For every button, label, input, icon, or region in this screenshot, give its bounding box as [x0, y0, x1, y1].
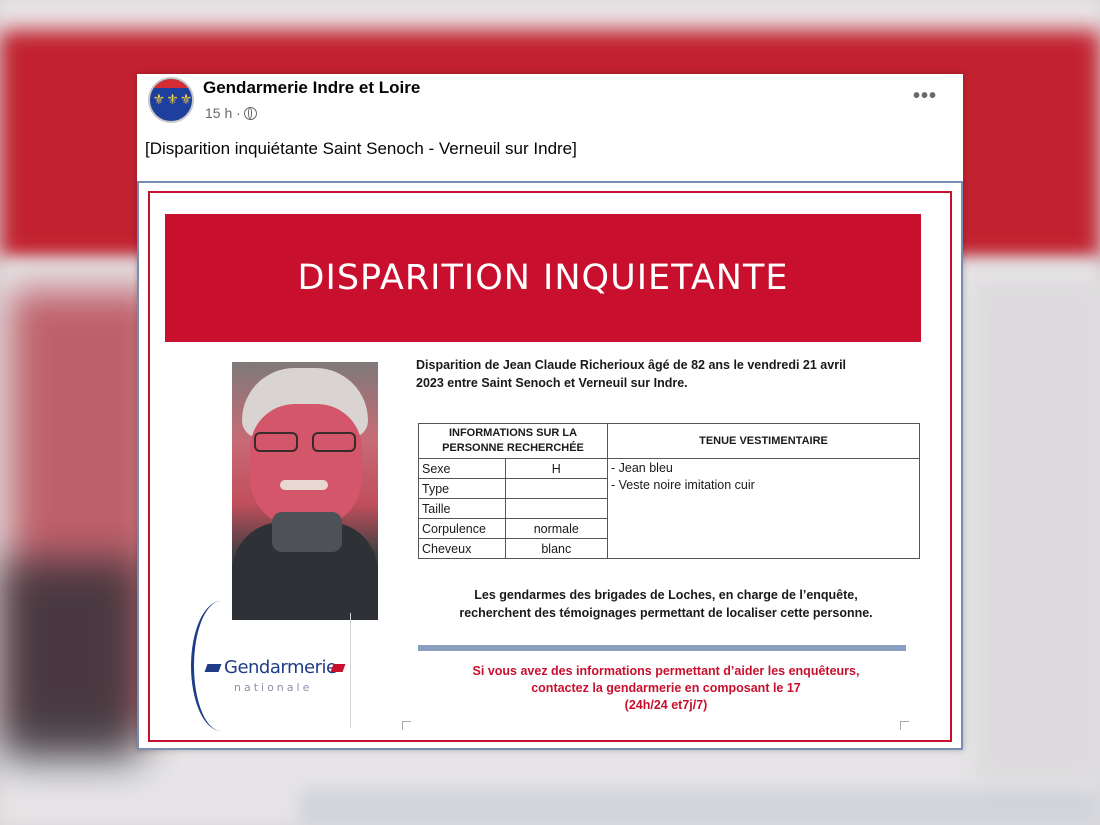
corner-mark: [900, 721, 909, 730]
poster-title: DISPARITION INQUIETANTE: [297, 258, 789, 298]
clothing-description: - Jean bleu - Veste noire imitation cuir: [607, 458, 920, 559]
divider: [350, 613, 351, 728]
logo-flag-blue: [204, 664, 222, 672]
row-label: Taille: [418, 498, 506, 519]
page-name-link[interactable]: Gendarmerie Indre et Loire: [203, 78, 420, 98]
more-options-button[interactable]: •••: [913, 86, 937, 106]
fleur-de-lis-icon: ⚜⚜⚜: [152, 91, 194, 107]
row-value: normale: [504, 518, 609, 539]
post-image[interactable]: DISPARITION INQUIETANTE Gendarmerie nati…: [137, 181, 963, 750]
missing-person-photo: [232, 362, 378, 620]
blue-divider: [418, 645, 906, 651]
person-info-table: INFORMATIONS SUR LA PERSONNE RECHERCHÉE …: [418, 423, 920, 559]
globe-icon: [243, 106, 257, 120]
corner-mark: [402, 721, 411, 730]
disappearance-description: Disparition de Jean Claude Richerioux âg…: [416, 358, 847, 390]
gendarmerie-logo-sub: nationale: [234, 681, 313, 694]
post-meta: 15 h ·: [205, 105, 257, 121]
row-label: Sexe: [418, 458, 506, 479]
post-text: [Disparition inquiétante Saint Senoch - …: [145, 139, 577, 158]
facebook-post-card: ⚜⚜⚜ Gendarmerie Indre et Loire 15 h · ••…: [137, 74, 963, 750]
row-value: [504, 478, 609, 499]
logo-flag-red: [330, 664, 346, 672]
row-label: Type: [418, 478, 506, 499]
poster-frame: DISPARITION INQUIETANTE Gendarmerie nati…: [148, 191, 952, 742]
table-header-info: INFORMATIONS SUR LA PERSONNE RECHERCHÉE: [418, 423, 608, 459]
row-label: Cheveux: [418, 538, 506, 559]
row-label: Corpulence: [418, 518, 506, 539]
page-avatar[interactable]: ⚜⚜⚜: [148, 77, 194, 123]
row-value: H: [504, 458, 609, 479]
row-value: blanc: [504, 538, 609, 559]
gendarmerie-logo-name: Gendarmerie: [224, 657, 337, 678]
investigation-notice: Les gendarmes des brigades de Loches, en…: [459, 588, 873, 620]
row-value: [504, 498, 609, 519]
post-time[interactable]: 15 h ·: [205, 105, 241, 121]
poster-banner: DISPARITION INQUIETANTE: [165, 214, 921, 342]
contact-appeal: Si vous avez des informations permettant…: [472, 664, 860, 712]
table-header-tenue: TENUE VESTIMENTAIRE: [607, 423, 920, 459]
